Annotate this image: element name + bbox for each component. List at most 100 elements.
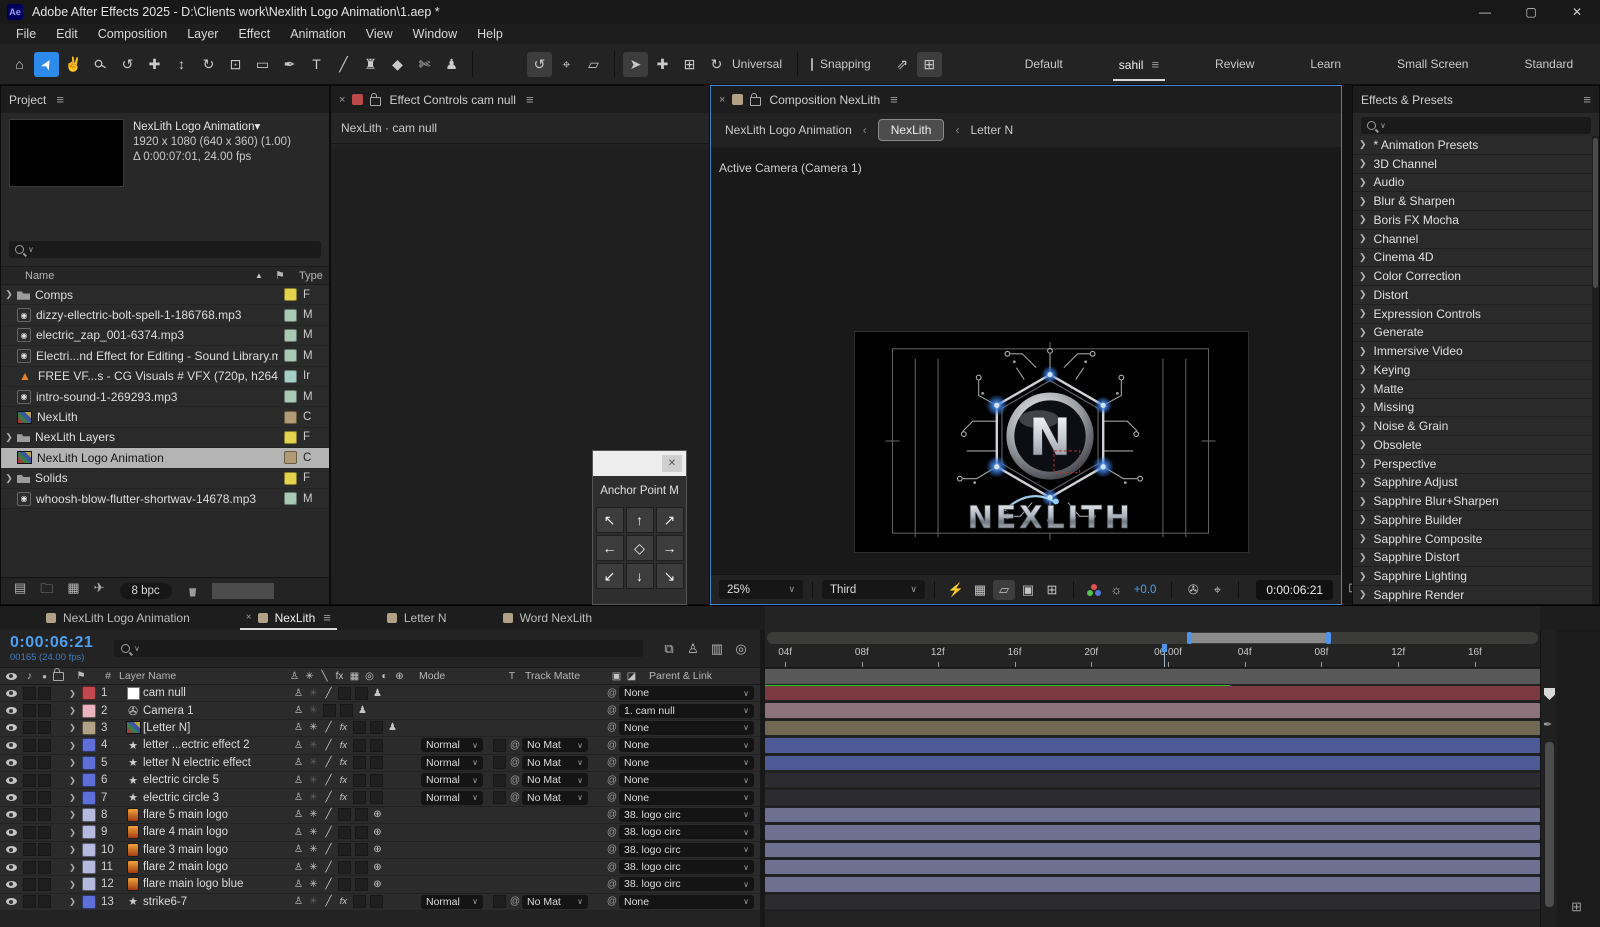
fx-switch-icon[interactable]: fx bbox=[336, 757, 351, 768]
layer-row[interactable]: ❯ 6 electric circle 5 ♙ ✳ ╱ fx bbox=[0, 772, 760, 789]
switch-box[interactable] bbox=[338, 826, 351, 839]
anchor-arrow-button[interactable]: ↘ bbox=[656, 563, 684, 589]
expand-arrow-icon[interactable]: ❯ bbox=[65, 863, 80, 872]
layer-name[interactable]: flare main logo blue bbox=[143, 878, 291, 890]
audio-toggle[interactable] bbox=[22, 756, 37, 769]
track-matte-dropdown[interactable]: No Mat∨ bbox=[522, 895, 588, 909]
collapse-switch-icon[interactable]: ✳ bbox=[306, 775, 321, 786]
expand-arrow-icon[interactable]: ❯ bbox=[1359, 496, 1367, 507]
layer-row[interactable]: ❯ 9 flare 4 main logo ♙ ✳ ╱ fx ⊕ bbox=[0, 824, 760, 841]
expand-arrow-icon[interactable]: ❯ bbox=[1359, 533, 1367, 544]
parent-dropdown[interactable]: None∨ bbox=[619, 686, 754, 700]
menu-item[interactable]: View bbox=[356, 26, 403, 42]
eye-toggle[interactable] bbox=[0, 690, 22, 697]
layer-duration-bar[interactable] bbox=[765, 825, 1540, 839]
workspace-tab[interactable]: Default≡ bbox=[1023, 57, 1065, 71]
sort-arrow-icon[interactable]: ▲ bbox=[255, 271, 275, 280]
layer-row[interactable]: ❯ 2 Camera 1 ♙ ✳ ╱ fx ♟ bbox=[0, 702, 760, 719]
solo-toggle[interactable] bbox=[37, 687, 52, 700]
threed-switch-icon[interactable]: ♟ bbox=[370, 688, 385, 699]
collapse-switch-icon[interactable]: ✳ bbox=[306, 740, 321, 751]
preserve-transparency-toggle[interactable] bbox=[493, 895, 506, 908]
mode-column[interactable]: Mode bbox=[411, 670, 499, 682]
quality-switch-icon[interactable]: ╱ bbox=[321, 809, 336, 820]
comp-selection-tool[interactable]: ➤ bbox=[623, 52, 648, 77]
layer-name-column[interactable]: Layer Name bbox=[119, 670, 287, 682]
anchor-arrow-button[interactable]: ↙ bbox=[596, 563, 624, 589]
maximize-button[interactable]: ▢ bbox=[1508, 0, 1554, 24]
expand-arrow-icon[interactable]: ❯ bbox=[65, 897, 80, 906]
layer-name[interactable]: letter N electric effect bbox=[143, 757, 291, 769]
layer-row[interactable]: ❯ 12 flare main logo blue ♙ ✳ ╱ fx ⊕ bbox=[0, 876, 760, 893]
effects-category-row[interactable]: ❯ Missing bbox=[1353, 399, 1592, 418]
layer-row[interactable]: ❯ 3 [Letter N] ♙ ✳ ╱ fx ♟ bbox=[0, 720, 760, 737]
solo-toggle[interactable] bbox=[37, 721, 52, 734]
threed-switch-icon[interactable]: ♟ bbox=[355, 705, 370, 716]
layer-label-chip[interactable] bbox=[80, 808, 97, 822]
expand-arrow-icon[interactable]: ❯ bbox=[65, 689, 80, 698]
layer-label-chip[interactable] bbox=[80, 773, 97, 787]
project-item-row[interactable]: NexLith C bbox=[1, 407, 329, 427]
menu-item[interactable]: Window bbox=[403, 26, 467, 42]
project-search-input[interactable]: ∨ bbox=[9, 241, 321, 258]
timeline-search-input[interactable]: ∨ bbox=[114, 640, 643, 657]
layer-name[interactable]: flare 4 main logo bbox=[143, 826, 291, 838]
bit-depth-button[interactable]: 8 bpc bbox=[120, 583, 172, 599]
timeline-tab[interactable]: × NexLith ≡ bbox=[240, 610, 337, 630]
label-color-chip[interactable] bbox=[284, 472, 297, 485]
expand-arrow-icon[interactable]: ❯ bbox=[1359, 571, 1367, 582]
puppet-pin-tool[interactable]: ♟ bbox=[439, 52, 464, 77]
quality-switch-icon[interactable]: ╱ bbox=[321, 879, 336, 890]
audio-toggle[interactable] bbox=[22, 895, 37, 908]
parent-dropdown[interactable]: None∨ bbox=[619, 895, 754, 909]
quality-switch-icon[interactable]: ╱ bbox=[321, 827, 336, 838]
layer-name[interactable]: electric circle 3 bbox=[143, 792, 291, 804]
anchor-arrow-button[interactable]: ↖ bbox=[596, 507, 624, 533]
layer-duration-bar[interactable] bbox=[765, 686, 1540, 700]
effects-category-row[interactable]: ❯ Generate bbox=[1353, 324, 1592, 343]
expand-arrow-icon[interactable]: ❯ bbox=[1359, 552, 1367, 563]
effects-category-row[interactable]: ❯ Color Correction bbox=[1353, 267, 1592, 286]
label-color-chip[interactable] bbox=[284, 349, 297, 362]
timeline-tab[interactable]: NexLith Logo Animation bbox=[40, 611, 196, 630]
switch-box[interactable] bbox=[355, 687, 368, 700]
eye-toggle[interactable] bbox=[0, 742, 22, 749]
switch-box[interactable] bbox=[370, 739, 383, 752]
expand-arrow-icon[interactable]: ❯ bbox=[1359, 252, 1367, 263]
layer-name[interactable]: flare 2 main logo bbox=[143, 861, 291, 873]
effects-category-row[interactable]: ❯ Obsolete bbox=[1353, 436, 1592, 455]
dolly-camera-tool[interactable]: ↕ bbox=[169, 52, 194, 77]
time-navigator[interactable] bbox=[767, 632, 1538, 644]
anchor-switch-icon[interactable]: ♙ bbox=[291, 757, 306, 768]
parent-pickwhip-icon[interactable]: @ bbox=[605, 775, 619, 786]
label-color-chip[interactable] bbox=[284, 370, 297, 383]
quality-switch-icon[interactable]: ╱ bbox=[321, 757, 336, 768]
anchor-switch-icon[interactable]: ♙ bbox=[291, 722, 306, 733]
zoom-out-icon[interactable]: ⇗ bbox=[890, 52, 915, 77]
pan-camera-tool[interactable]: ✚ bbox=[142, 52, 167, 77]
label-color-chip[interactable] bbox=[284, 431, 297, 444]
anchor-switch-icon[interactable]: ♙ bbox=[291, 775, 306, 786]
anchor-switch-icon[interactable]: ♙ bbox=[291, 705, 306, 716]
new-composition-icon[interactable]: ▦ bbox=[67, 580, 79, 602]
expand-arrow-icon[interactable]: ❯ bbox=[1, 289, 17, 300]
layer-label-chip[interactable] bbox=[80, 877, 97, 891]
cti-handle[interactable] bbox=[1162, 644, 1167, 652]
layer-duration-bar[interactable] bbox=[765, 895, 1540, 909]
clone-stamp-tool[interactable]: ♜ bbox=[358, 52, 383, 77]
exposure-icon[interactable]: ☼ bbox=[1106, 580, 1127, 600]
audio-toggle[interactable] bbox=[22, 791, 37, 804]
layer-row[interactable]: ❯ 1 cam null ♙ ✳ ╱ fx ♟ bbox=[0, 685, 760, 702]
track-matte-pick-icon[interactable]: @ bbox=[508, 740, 522, 751]
label-color-chip[interactable] bbox=[284, 329, 297, 342]
collapse-switch-icon[interactable]: ✳ bbox=[306, 809, 321, 820]
parent-pickwhip-icon[interactable]: @ bbox=[605, 722, 619, 733]
project-item-row[interactable]: whoosh-blow-flutter-shortwav-14678.mp3 M bbox=[1, 489, 329, 509]
collapse-switch-icon[interactable]: ✳ bbox=[306, 705, 321, 716]
breadcrumb-item[interactable]: NexLith Logo Animation bbox=[725, 123, 852, 137]
effects-category-row[interactable]: ❯ Matte bbox=[1353, 380, 1592, 399]
timeline-tab[interactable]: Letter N bbox=[381, 611, 453, 630]
motion-blur-icon[interactable]: ◎ bbox=[729, 639, 753, 659]
comp-marker-icon[interactable] bbox=[1544, 688, 1555, 700]
label-color-chip[interactable] bbox=[284, 492, 297, 505]
